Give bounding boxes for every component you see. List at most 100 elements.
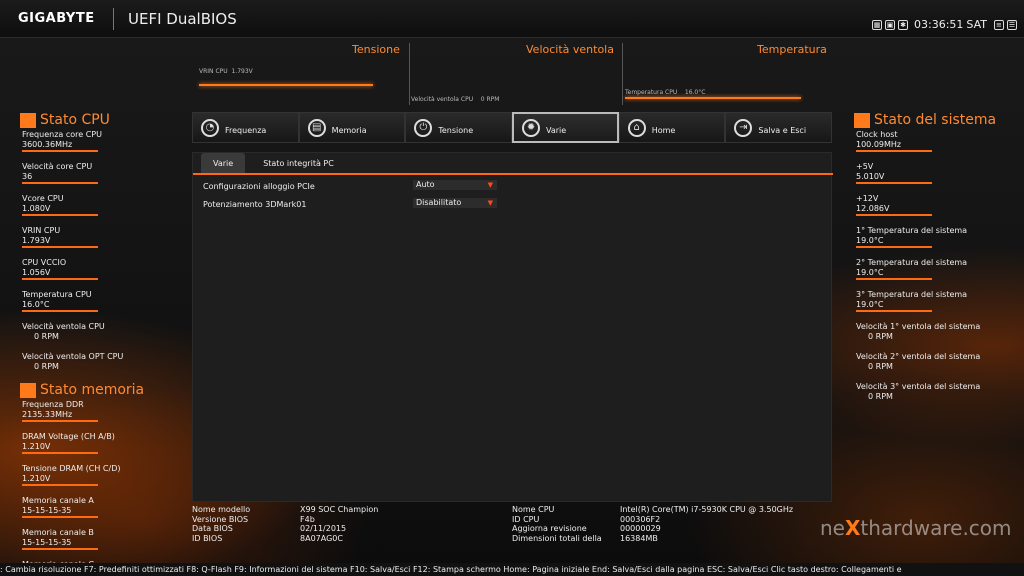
stato_cpu-stat-value: 3600.36MHz <box>22 140 98 152</box>
stato_cpu-stat-label: Temperatura CPU <box>22 290 92 299</box>
speedometer-icon: ◔ <box>201 118 219 137</box>
monitor-tensione-line <box>199 84 373 86</box>
stato_memoria-stat-label: DRAM Voltage (CH A/B) <box>22 432 115 441</box>
screenshot-icon[interactable]: ▣ <box>885 19 895 30</box>
info-row: ID BIOS 8A07AG0C <box>192 534 378 544</box>
cpu-status-icon <box>20 112 36 128</box>
info-value: 16384MB <box>620 533 658 543</box>
dropdown-arrow-icon: ▼ <box>487 181 493 189</box>
stato_sistema-stat-label: 2° Temperatura del sistema <box>856 258 968 267</box>
nav-label: Salva e Esci <box>758 126 807 135</box>
menu-icon[interactable]: ☰ <box>1006 19 1017 30</box>
stato_cpu-stat: Frequenza core CPU 3600.36MHz <box>14 130 184 152</box>
monitor-divider <box>622 43 623 105</box>
nav-tensione[interactable]: ⏻ Tensione <box>405 112 513 143</box>
stato_sistema-stat: Velocità 1° ventola del sistema 0 RPM <box>848 322 1018 342</box>
stato_sistema-stat-label: +5V <box>856 162 874 171</box>
setting-select-pcie[interactable]: Auto ▼ <box>413 180 497 190</box>
system-info-left: Nome modello X99 SOC Champion Versione BIO… <box>192 505 378 543</box>
info-label: ID CPU <box>512 514 540 524</box>
info-value: 000306F2 <box>620 514 661 524</box>
stato_cpu-stat: VRIN CPU 1.793V <box>14 226 184 248</box>
stato_cpu-stat-value: 16.0°C <box>22 300 98 312</box>
stato_memoria-stat-label: Frequenza DDR <box>22 400 84 409</box>
stato_sistema-stat-label: Clock host <box>856 130 898 139</box>
nav-memoria[interactable]: ▤ Memoria <box>298 112 406 143</box>
info-label: Versione BIOS <box>192 514 249 524</box>
monitor-title-tensione: Tensione <box>352 43 400 56</box>
stato-sistema-panel: Stato del sistema Clock host 100.09MHz +5V… <box>848 112 1018 412</box>
stato_memoria-stat: Memoria canale B 15-15-15-35 <box>14 528 184 550</box>
stato_cpu-stat-label: CPU VCCIO <box>22 258 67 267</box>
stato_cpu-stat-value: 1.080V <box>22 204 98 216</box>
monitor-ventola-label: Velocità ventola CPU 0 RPM <box>411 96 500 103</box>
monitor-title-temperatura: Temperatura <box>757 43 827 56</box>
nav-label: Frequenza <box>225 126 267 135</box>
stato_memoria-stat-value: 1.210V <box>22 474 98 486</box>
stato_memoria-stat-value: 15-15-15-35 <box>22 538 98 550</box>
main-nav: ◔ Frequenza ▤ Memoria ⏻ Tensione ✹ Varie ⌂ Home ⇥ S… <box>192 112 833 144</box>
stato_sistema-stat: +5V 5.010V <box>848 162 1018 184</box>
info-row: Nome CPU Intel(R) Core(TM) i7-5930K CPU @… <box>512 505 793 515</box>
stato_sistema-stat-value: 100.09MHz <box>856 140 932 152</box>
stato_memoria-stat: Frequenza DDR 2135.33MHz <box>14 400 184 422</box>
info-row: ID CPU 000306F2 <box>512 515 793 525</box>
stato_sistema-stat-label: +12V <box>856 194 879 203</box>
monitor-tensione-label: VRIN CPU 1.793V <box>199 68 253 75</box>
stato_cpu-stat-label: Frequenza core CPU <box>22 130 102 139</box>
stato_sistema-stat: 1° Temperatura del sistema 19.0°C <box>848 226 1018 248</box>
bios-title: UEFI DualBIOS <box>128 10 237 28</box>
info-label: ID BIOS <box>192 533 223 543</box>
calendar-icon[interactable]: ▦ <box>872 19 882 30</box>
stato_cpu-stat-label: Velocità ventola OPT CPU <box>22 352 124 361</box>
stato_sistema-stat: +12V 12.086V <box>848 194 1018 216</box>
hw-monitor: Tensione Velocità ventola Temperatura VR… <box>192 40 832 106</box>
stato_cpu-stat-label: Vcore CPU <box>22 194 64 203</box>
nav-home[interactable]: ⌂ Home <box>618 112 726 143</box>
info-row: Versione BIOS F4b <box>192 515 378 525</box>
info-row: Data BIOS 02/11/2015 <box>192 524 378 534</box>
stato_cpu-stat: Temperatura CPU 16.0°C <box>14 290 184 312</box>
stato_sistema-stat-label: Velocità 1° ventola del sistema <box>856 322 981 331</box>
monitor-title-ventola: Velocità ventola <box>526 43 614 56</box>
tab-varie[interactable]: Varie <box>201 153 246 173</box>
nav-label: Varie <box>546 126 567 135</box>
settings-icon[interactable]: ≡ <box>993 19 1004 30</box>
nav-salva-e-esci[interactable]: ⇥ Salva e Esci <box>725 112 833 143</box>
info-label: Aggiorna revisione <box>512 524 587 533</box>
power-icon: ⏻ <box>414 118 433 137</box>
info-value: F4b <box>300 514 315 524</box>
stato_sistema-stat: 3° Temperatura del sistema 19.0°C <box>848 290 1018 312</box>
nav-varie[interactable]: ✹ Varie <box>512 112 619 143</box>
stato_memoria-stat-value: 15-15-15-35 <box>22 506 98 518</box>
system-status-icon <box>854 112 870 128</box>
info-label: Dimensioni totali della <box>512 533 602 543</box>
dropdown-arrow-icon: ▼ <box>487 199 493 207</box>
stato_sistema-stat-value: 5.010V <box>856 172 932 184</box>
stato_sistema-stat: Clock host 100.09MHz <box>848 130 1018 152</box>
stato_sistema-stat-label: 3° Temperatura del sistema <box>856 290 968 299</box>
gear-icon: ✹ <box>522 118 541 137</box>
stato_cpu-stat-label: Velocità core CPU <box>22 162 93 171</box>
stato_sistema-stat: Velocità 3° ventola del sistema 0 RPM <box>848 382 1018 402</box>
stato_memoria-stat-label: Memoria canale B <box>22 528 94 537</box>
tab-stato-integrita[interactable]: Stato integrità PC <box>251 153 346 173</box>
setting-label-3dmark: Potenziamento 3DMark01 <box>203 200 307 209</box>
info-label: Nome CPU <box>512 505 555 514</box>
stato_sistema-stat-value: 0 RPM <box>868 392 893 401</box>
home-icon: ⌂ <box>627 118 646 137</box>
info-value: 02/11/2015 <box>300 524 347 533</box>
sub-tabs: Varie Stato integrità PC <box>193 153 833 175</box>
setting-select-3dmark[interactable]: Disabilitato ▼ <box>413 198 497 208</box>
stato_cpu-stat: Velocità ventola CPU 0 RPM <box>14 322 184 342</box>
nav-frequenza[interactable]: ◔ Frequenza <box>192 112 299 143</box>
stato_sistema-stat-value: 19.0°C <box>856 236 932 248</box>
nav-label: Memoria <box>331 126 367 135</box>
stato-memoria-title: Stato memoria <box>20 382 184 398</box>
info-label: Data BIOS <box>192 524 233 533</box>
stato_memoria-stat: Tensione DRAM (CH C/D) 1.210V <box>14 464 184 486</box>
nav-label: Tensione <box>438 126 474 135</box>
gear-small-icon[interactable]: ✱ <box>898 19 908 30</box>
clock-area: ▦ ▣ ✱ 03:36:51 SAT ≡ ☰ <box>872 18 1017 31</box>
stato_sistema-stat-value: 0 RPM <box>868 332 893 341</box>
